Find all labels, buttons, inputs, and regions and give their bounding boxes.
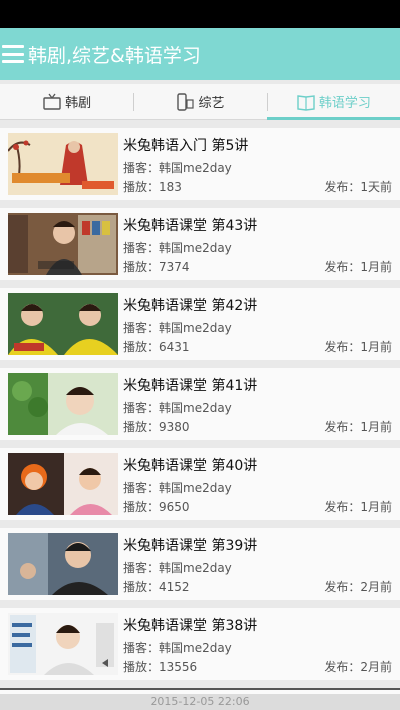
book-icon <box>297 94 315 111</box>
video-thumbnail <box>8 373 118 435</box>
list-item[interactable]: 米兔韩语课堂 第41讲 播客：韩国me2day 播放：9380 发布：1月前 <box>0 368 400 440</box>
list-item[interactable]: 米兔韩语课堂 第40讲 播客：韩国me2day 播放：9650 发布：1月前 <box>0 448 400 520</box>
video-thumbnail <box>8 133 118 195</box>
item-title: 米兔韩语课堂 第38讲 <box>123 618 258 634</box>
app-title: 韩剧,综艺&韩语学习 <box>28 44 201 67</box>
item-plays: 播放：183 <box>123 180 182 194</box>
item-published: 发布：1月前 <box>324 260 392 274</box>
tab-label: 韩语学习 <box>318 96 371 111</box>
item-published: 发布：2月前 <box>324 580 392 594</box>
menu-icon[interactable] <box>2 45 24 63</box>
phone-icon <box>177 92 195 111</box>
tab-dramas[interactable]: 韩剧 <box>0 84 133 119</box>
tab-label: 韩剧 <box>65 96 92 111</box>
timestamp-bar: 2015-12-05 22:06 <box>0 694 400 710</box>
item-title: 米兔韩语课堂 第42讲 <box>123 298 258 314</box>
tab-variety[interactable]: 综艺 <box>133 84 266 119</box>
video-list: 米兔韩语入门 第5讲 播客：韩国me2day 播放：183 发布：1天前 米兔韩… <box>0 128 400 688</box>
item-title: 米兔韩语课堂 第41讲 <box>123 378 258 394</box>
tab-bar: 韩剧 综艺 韩语学习 <box>0 84 400 120</box>
item-plays: 播放：6431 <box>123 340 190 354</box>
item-published: 发布：1月前 <box>324 340 392 354</box>
video-thumbnail <box>8 293 118 355</box>
item-plays: 播放：7374 <box>123 260 190 274</box>
status-bar <box>0 0 400 28</box>
video-thumbnail <box>8 613 118 675</box>
tab-label: 综艺 <box>198 96 225 111</box>
list-item[interactable]: 米兔韩语课堂 第39讲 播客：韩国me2day 播放：4152 发布：2月前 <box>0 528 400 600</box>
item-uploader: 播客：韩国me2day <box>123 401 232 415</box>
app-bar: 韩剧,综艺&韩语学习 <box>0 28 400 80</box>
item-plays: 播放：4152 <box>123 580 190 594</box>
list-item[interactable]: 米兔韩语课堂 第42讲 播客：韩国me2day 播放：6431 发布：1月前 <box>0 288 400 360</box>
item-plays: 播放：9380 <box>123 420 190 434</box>
item-published: 发布：1月前 <box>324 420 392 434</box>
item-plays: 播放：13556 <box>123 660 198 674</box>
item-title: 米兔韩语入门 第5讲 <box>123 138 249 154</box>
item-uploader: 播客：韩国me2day <box>123 321 232 335</box>
item-published: 发布：1月前 <box>324 500 392 514</box>
list-item[interactable]: 米兔韩语课堂 第43讲 播客：韩国me2day 播放：7374 发布：1月前 <box>0 208 400 280</box>
item-title: 米兔韩语课堂 第43讲 <box>123 218 258 234</box>
item-uploader: 播客：韩国me2day <box>123 241 232 255</box>
item-title: 米兔韩语课堂 第39讲 <box>123 538 258 554</box>
item-uploader: 播客：韩国me2day <box>123 641 232 655</box>
video-thumbnail <box>8 453 118 515</box>
item-published: 发布：2月前 <box>324 660 392 674</box>
item-uploader: 播客：韩国me2day <box>123 481 232 495</box>
item-uploader: 播客：韩国me2day <box>123 561 232 575</box>
video-thumbnail <box>8 533 118 595</box>
item-published: 发布：1天前 <box>324 180 392 194</box>
item-title: 米兔韩语课堂 第40讲 <box>123 458 258 474</box>
list-item[interactable]: 米兔韩语入门 第5讲 播客：韩国me2day 播放：183 发布：1天前 <box>0 128 400 200</box>
footer-timestamp: 2015-12-05 22:06 <box>150 695 250 708</box>
item-uploader: 播客：韩国me2day <box>123 161 232 175</box>
tab-korean-study[interactable]: 韩语学习 <box>266 84 400 120</box>
tv-icon <box>43 93 61 110</box>
list-item[interactable]: 米兔韩语课堂 第38讲 播客：韩国me2day 播放：13556 发布：2月前 <box>0 608 400 680</box>
item-plays: 播放：9650 <box>123 500 190 514</box>
video-thumbnail <box>8 213 118 275</box>
